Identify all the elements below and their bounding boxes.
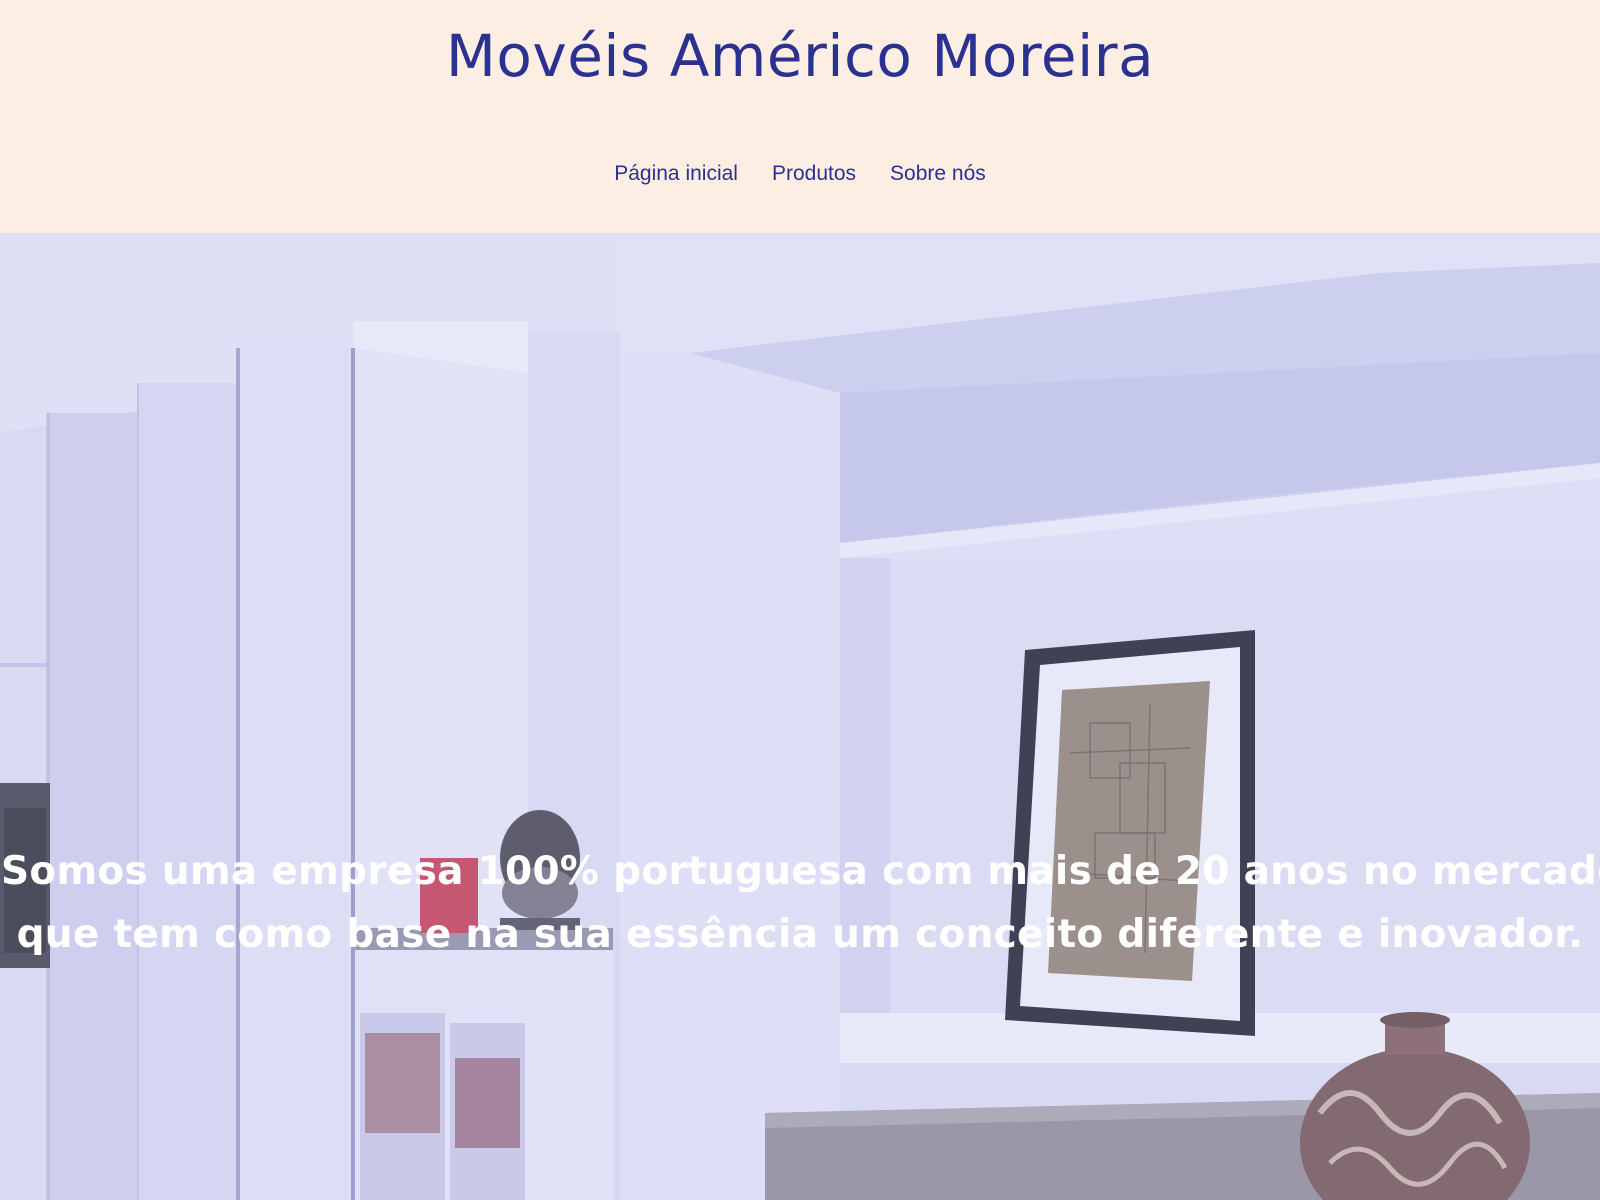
site-header: Movéis Américo Moreira Página inicial Pr… (0, 0, 1600, 233)
hero-background-image (0, 233, 1600, 1200)
hero-tagline-line-2: que tem como base na sua essência um con… (16, 912, 1584, 957)
main-nav: Página inicial Produtos Sobre nós (0, 162, 1600, 186)
site-title: Movéis Américo Moreira (445, 22, 1155, 90)
nav-item-home[interactable]: Página inicial (614, 162, 738, 186)
nav-item-about[interactable]: Sobre nós (890, 162, 986, 186)
hero-tagline: Somos uma empresa 100% portuguesa com ma… (0, 840, 1600, 966)
hero-tagline-line-1: Somos uma empresa 100% portuguesa com ma… (1, 849, 1600, 894)
hero-banner: Somos uma empresa 100% portuguesa com ma… (0, 233, 1600, 1200)
nav-item-products[interactable]: Produtos (772, 162, 856, 186)
